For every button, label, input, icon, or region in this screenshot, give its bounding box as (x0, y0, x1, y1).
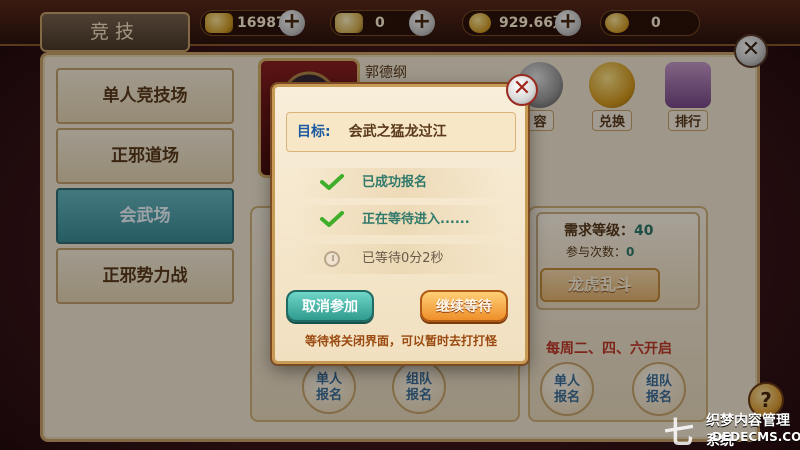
goal-label: 目标: (297, 124, 331, 140)
wait-hint-text: 等待将关闭界面，可以暂时去打打怪 (304, 334, 497, 348)
goal-box: 目标: 会武之猛龙过江 (286, 112, 516, 152)
dialog-close-button[interactable]: ✕ (506, 74, 538, 106)
clock-icon (324, 251, 340, 267)
watermark-logo: 七 (664, 416, 694, 450)
cancel-participation-button[interactable]: 取消参加 (286, 290, 374, 322)
status-waiting-entry: 正在等待进入...... (294, 205, 508, 235)
wait-time-text: 已等待0分2秒 (362, 251, 444, 266)
status-wait-time: 已等待0分2秒 (294, 244, 508, 274)
status-registered: 已成功报名 (294, 168, 508, 198)
close-icon: ✕ (512, 76, 532, 101)
watermark-line2: DEDECMS.COM (712, 430, 800, 444)
status-waiting-text: 正在等待进入...... (362, 212, 470, 227)
goal-value: 会武之猛龙过江 (348, 124, 447, 140)
status-registered-text: 已成功报名 (362, 175, 428, 190)
continue-waiting-button[interactable]: 继续等待 (420, 290, 508, 322)
check-icon (320, 211, 344, 227)
game-screen: 竞技 169876 + 0 + 929.66万 + 0 ✕ 单人竞技场 正邪道场… (0, 0, 800, 450)
check-icon (320, 174, 344, 190)
